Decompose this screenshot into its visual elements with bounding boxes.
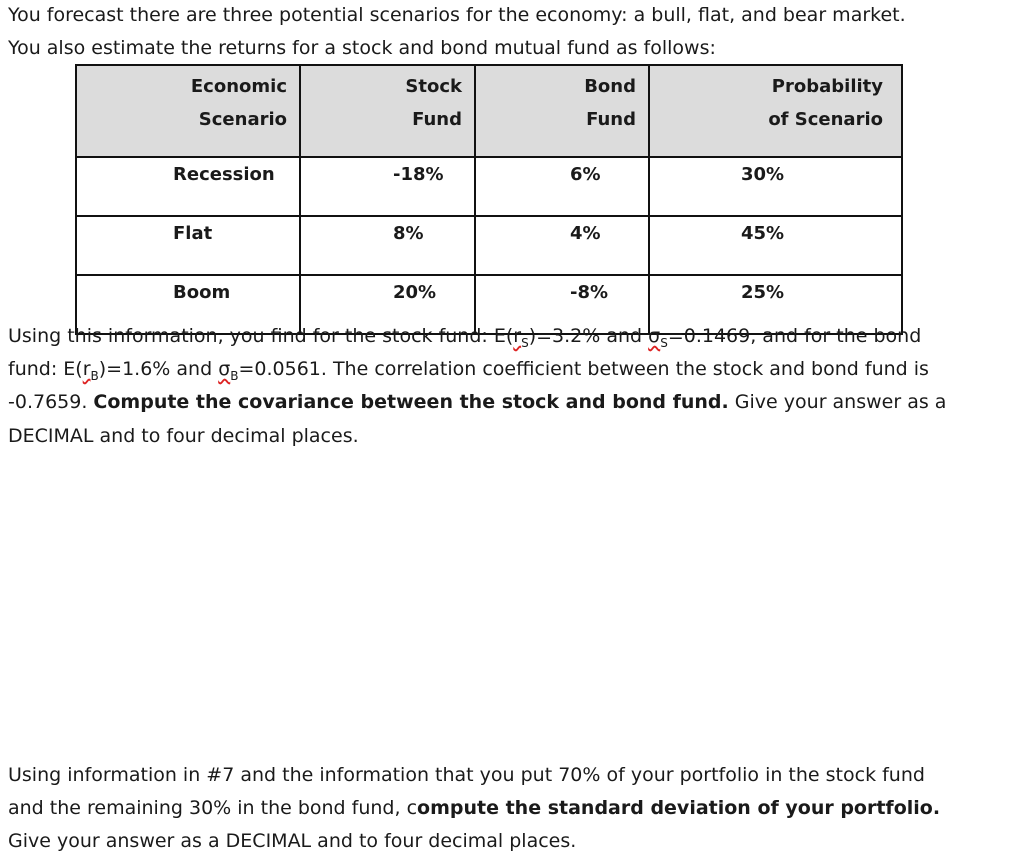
q7-line-4: DECIMAL and to four decimal places. xyxy=(8,425,359,447)
q7-line-3: -0.7659. Compute the covariance between … xyxy=(8,391,947,413)
cell-bond: 4% xyxy=(474,215,650,276)
intro-line-1: You forecast there are three potential s… xyxy=(8,4,906,26)
cell-prob: 30% xyxy=(648,156,903,217)
cell-bond: 6% xyxy=(474,156,650,217)
header-bond-fund: Bond Fund xyxy=(474,64,650,158)
q8-line-1: Using information in #7 and the informat… xyxy=(8,764,925,786)
cell-stock: 8% xyxy=(299,215,476,276)
table-row: Flat 8% 4% 45% xyxy=(75,215,903,276)
q8-line-3: Give your answer as a DECIMAL and to fou… xyxy=(8,830,577,852)
header-probability: Probability of Scenario xyxy=(648,64,903,158)
cell-scenario: Flat xyxy=(75,215,301,276)
q7-line-1: Using this information, you find for the… xyxy=(8,325,922,350)
header-stock-fund: Stock Fund xyxy=(299,64,476,158)
q8-line-2: and the remaining 30% in the bond fund, … xyxy=(8,797,941,819)
returns-table: Economic Scenario Stock Fund Bond Fund Prob… xyxy=(75,64,903,335)
cell-stock: -18% xyxy=(299,156,476,217)
cell-scenario: Recession xyxy=(75,156,301,217)
q7-line-2: fund: E(rB)=1.6% and σB=0.0561. The corr… xyxy=(8,358,929,383)
header-economic-scenario: Economic Scenario xyxy=(75,64,301,158)
cell-prob: 45% xyxy=(648,215,903,276)
intro-line-2: You also estimate the returns for a stoc… xyxy=(8,37,716,59)
table-row: Recession -18% 6% 30% xyxy=(75,156,903,217)
table-header-row: Economic Scenario Stock Fund Bond Fund Prob… xyxy=(75,64,903,158)
